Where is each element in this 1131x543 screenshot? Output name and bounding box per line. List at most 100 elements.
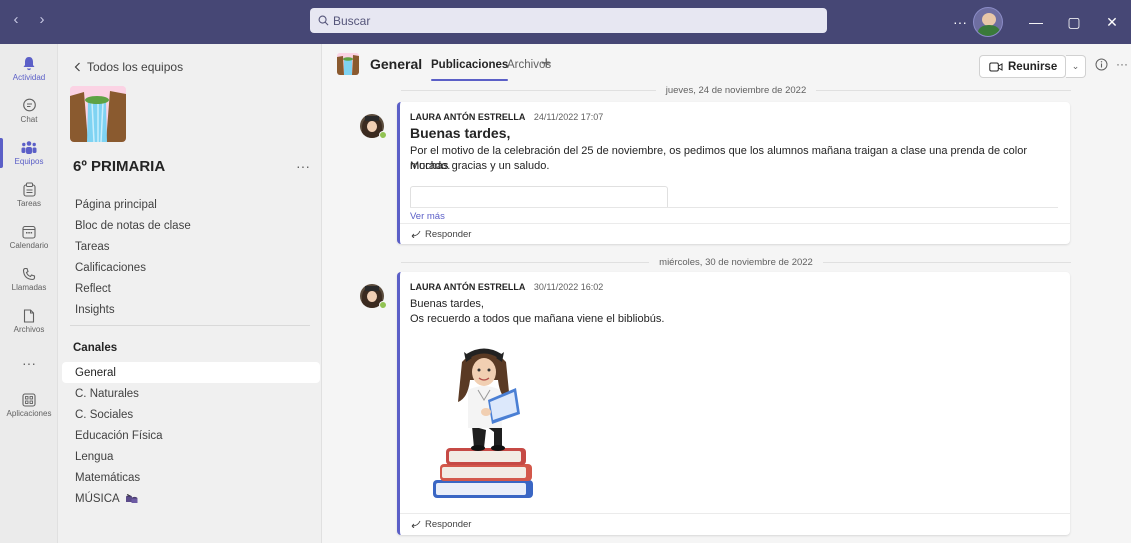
rail-label: Tareas (16, 199, 41, 208)
date-separator: miércoles, 30 de noviembre de 2022 (401, 255, 1071, 269)
chevron-down-icon: ⌄ (1071, 61, 1080, 71)
info-icon[interactable] (1095, 58, 1108, 71)
search-icon (318, 15, 329, 26)
rail-label: Equipos (14, 157, 44, 166)
panel-divider (70, 325, 310, 326)
post-card: LAURA ANTÓN ESTRELLA 24/11/2022 17:07 Bu… (397, 102, 1070, 244)
channel-more-button[interactable]: ··· (1116, 57, 1128, 71)
title-bar: ‹ › Buscar ··· — ▢ ✕ (0, 0, 1131, 44)
phone-icon (22, 267, 36, 280)
post-timestamp: 30/11/2022 16:02 (533, 282, 604, 292)
channel-label: Lengua (75, 450, 114, 463)
post-body-line: Muchas gracias y un saludo. (410, 160, 550, 172)
minimize-button[interactable]: — (1017, 0, 1055, 44)
channel-label: Matemáticas (75, 471, 141, 484)
post-body-line: Os recuerdo a todos que mañana viene el … (410, 313, 665, 325)
add-tab-button[interactable]: + (541, 53, 552, 74)
file-icon (23, 308, 35, 323)
team-tab-reflect[interactable]: Reflect (75, 283, 111, 295)
team-more-button[interactable]: ··· (296, 158, 310, 174)
channel-team-icon (337, 53, 359, 75)
reply-button[interactable]: Responder (400, 513, 1070, 534)
forward-arrow-button[interactable]: › (34, 11, 50, 28)
team-tab-grades[interactable]: Calificaciones (75, 262, 146, 274)
tab-publicaciones[interactable]: Publicaciones (431, 59, 509, 81)
rail-item-teams[interactable]: Equipos (0, 132, 58, 174)
see-more-link[interactable]: Ver más (410, 211, 445, 222)
reply-label: Responder (425, 228, 472, 240)
channels-heading: Canales (73, 342, 118, 354)
bitmoji-sticker[interactable] (428, 340, 543, 505)
reply-icon (411, 520, 421, 528)
post-subject: Buenas tardes, (410, 125, 511, 141)
user-avatar[interactable] (973, 7, 1003, 37)
search-input[interactable]: Buscar (310, 8, 827, 33)
team-tab-insights[interactable]: Insights (75, 304, 115, 316)
rail-item-more[interactable]: ··· (0, 342, 58, 384)
back-arrow-button[interactable]: ‹ (8, 11, 24, 28)
post-author[interactable]: LAURA ANTÓN ESTRELLA (410, 282, 525, 292)
channel-c-naturales[interactable]: C. Naturales (62, 383, 320, 404)
rail-item-files[interactable]: Archivos (0, 300, 58, 342)
rail-label: Chat (20, 115, 38, 124)
team-tab-class-notebook[interactable]: Bloc de notas de clase (75, 220, 191, 232)
channel-c-sociales[interactable]: C. Sociales (62, 404, 320, 425)
channel-matematicas[interactable]: Matemáticas (62, 467, 320, 488)
team-tab-assignments[interactable]: Tareas (75, 241, 110, 253)
all-teams-link[interactable]: Todos los equipos (74, 60, 183, 74)
team-name: 6º PRIMARIA (73, 158, 166, 175)
date-separator: jueves, 24 de noviembre de 2022 (401, 83, 1071, 97)
channel-musica[interactable]: MÚSICA (62, 488, 320, 509)
settings-more-button[interactable]: ··· (947, 14, 973, 30)
channel-title: General (370, 56, 423, 72)
rail-item-assignments[interactable]: Tareas (0, 174, 58, 216)
rail-label: Actividad (12, 73, 46, 82)
channel-label: MÚSICA (75, 492, 120, 505)
teams-icon (21, 141, 37, 154)
all-teams-label: Todos los equipos (87, 60, 184, 74)
team-logo (70, 86, 126, 142)
post-author[interactable]: LAURA ANTÓN ESTRELLA (410, 112, 525, 122)
channel-main: General Publicaciones Archivos + Reunirs… (323, 44, 1131, 543)
bell-icon (23, 57, 35, 71)
maximize-button[interactable]: ▢ (1055, 0, 1093, 44)
close-button[interactable]: ✕ (1093, 0, 1131, 44)
channel-label: C. Naturales (75, 387, 139, 400)
drum-icon (125, 493, 138, 503)
post-body-line: Buenas tardes, (410, 298, 484, 310)
rail-item-activity[interactable]: Actividad (0, 48, 58, 90)
history-nav: ‹ › (8, 11, 50, 28)
meet-button[interactable]: Reunirse (979, 55, 1066, 78)
rail-label: Aplicaciones (6, 408, 52, 418)
rail-item-calls[interactable]: Llamadas (0, 258, 58, 300)
meet-label: Reunirse (1008, 60, 1058, 73)
reply-button[interactable]: Responder (400, 223, 1070, 244)
post-timestamp: 24/11/2022 17:07 (533, 112, 604, 122)
titlebar-right: ··· — ▢ ✕ (947, 0, 1131, 44)
rail-label: Calendario (9, 240, 49, 250)
chevron-left-icon (74, 62, 80, 72)
more-icon: ··· (22, 355, 36, 371)
channel-label: C. Sociales (75, 408, 134, 421)
content-divider (410, 207, 1058, 208)
rail-item-apps[interactable]: Aplicaciones (0, 384, 58, 426)
team-tab-home[interactable]: Página principal (75, 199, 157, 211)
video-camera-icon (989, 62, 1003, 71)
meet-options-button[interactable]: ⌄ (1066, 55, 1086, 78)
rail-item-calendar[interactable]: Calendario (0, 216, 58, 258)
channel-label: Educación Física (75, 429, 163, 442)
search-placeholder: Buscar (333, 13, 371, 28)
rail-item-chat[interactable]: Chat (0, 90, 58, 132)
rail-label: Llamadas (11, 282, 47, 292)
channel-lengua[interactable]: Lengua (62, 446, 320, 467)
channel-general[interactable]: General (62, 362, 320, 383)
presence-available-icon (379, 131, 387, 139)
reply-label: Responder (425, 518, 472, 530)
post-meta: LAURA ANTÓN ESTRELLA 24/11/2022 17:07 (410, 112, 603, 122)
attachment-preview[interactable] (410, 186, 668, 208)
app-rail: Actividad Chat Equipos Tareas Calendario… (0, 44, 58, 543)
rail-label: Archivos (13, 324, 45, 334)
reply-icon (411, 230, 421, 238)
team-panel: Todos los equipos 6º PRIMARIA ··· Página… (58, 44, 322, 543)
channel-educacion-fisica[interactable]: Educación Física (62, 425, 320, 446)
